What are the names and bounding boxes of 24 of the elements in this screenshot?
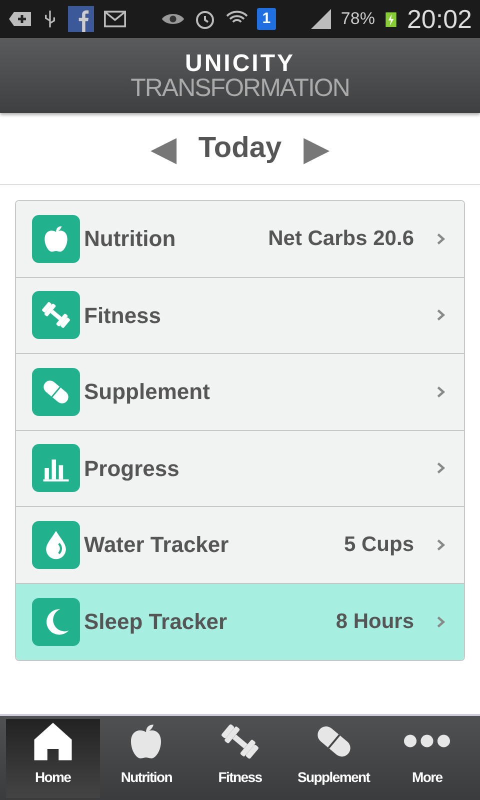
signal-icon <box>308 7 333 31</box>
date-label: Today <box>198 130 282 166</box>
mail-icon <box>102 8 128 30</box>
clock-time: 20:02 <box>406 2 472 36</box>
facebook-icon <box>68 6 94 32</box>
next-day-button[interactable]: ▶ <box>304 132 330 166</box>
more-icon <box>404 733 450 749</box>
tab-item[interactable]: Fitness <box>193 719 287 798</box>
menu-row[interactable]: Sleep Tracker 8 Hours <box>16 584 464 660</box>
sim-badge: 1 <box>257 8 276 30</box>
menu-row[interactable]: Fitness <box>16 278 464 354</box>
previous-day-button[interactable]: ◀ <box>150 132 176 166</box>
menu-row[interactable]: Water Tracker 5 Cups <box>16 507 464 584</box>
logo-subtitle: TRANSFORMATION <box>130 76 350 100</box>
eye-icon <box>161 14 186 24</box>
tab-item[interactable]: More <box>380 719 474 798</box>
tab-item[interactable]: Supplement <box>286 719 380 798</box>
tab-item[interactable]: Home <box>6 719 100 798</box>
menu-row[interactable]: Supplement <box>16 354 464 430</box>
menu-row[interactable]: Nutrition Net Carbs 20.6 <box>16 201 464 278</box>
menu-row[interactable]: Progress <box>16 430 464 507</box>
tab-item[interactable]: Nutrition <box>100 719 194 798</box>
battery-percent: 78% <box>340 8 375 30</box>
logo-text: UNICITY <box>185 52 295 76</box>
